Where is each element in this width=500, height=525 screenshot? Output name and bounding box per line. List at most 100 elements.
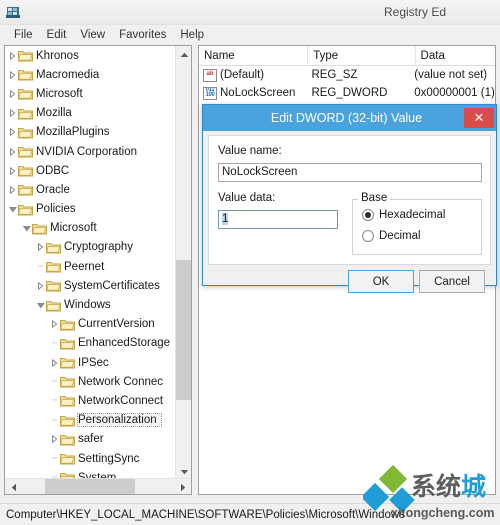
tree-item-label: CurrentVersion [78,318,155,331]
registry-tree[interactable]: Khronos Macromedia Microsoft Mozilla Mozilla… [5,46,175,480]
tree-item-mozilla[interactable]: Mozilla [5,104,175,123]
expand-arrow-icon[interactable] [7,65,18,84]
radio-decimal[interactable]: Decimal [362,230,421,242]
tree-item-microsoft[interactable]: Microsoft [5,219,175,238]
window-titlebar: Registry Ed [0,0,500,25]
menu-favorites[interactable]: Favorites [112,28,173,42]
cancel-button[interactable]: Cancel [419,270,485,293]
tree-vertical-scrollbar[interactable] [175,46,191,480]
column-header-type[interactable]: Type [308,46,416,66]
expand-arrow-icon[interactable] [35,276,46,295]
expand-arrow-icon[interactable] [49,315,60,334]
ok-button[interactable]: OK [348,270,414,293]
tree-item-label: Policies [36,203,76,216]
tree-item-nvidia-corporation[interactable]: NVIDIA Corporation [5,142,175,161]
collapse-arrow-icon[interactable] [21,219,32,238]
scroll-left-icon[interactable] [5,479,22,494]
value-name-input[interactable]: NoLockScreen [218,163,482,182]
value-name-cell: NoLockScreen [220,87,296,99]
value-row[interactable]: ab (Default) REG_SZ (value not set) [199,66,495,84]
value-name-label: Value name: [218,145,282,157]
scroll-up-icon[interactable] [176,46,191,63]
tree-item-odbc[interactable]: ODBC [5,161,175,180]
column-header-name[interactable]: Name [199,46,309,66]
menu-view[interactable]: View [73,28,112,42]
tree-item-macromedia[interactable]: Macromedia [5,65,175,84]
registry-path: Computer\HKEY_LOCAL_MACHINE\SOFTWARE\Pol… [6,508,405,521]
tree-item-label: ODBC [36,164,70,177]
tree-item-safer[interactable]: safer [5,430,175,449]
expand-arrow-icon[interactable] [49,353,60,372]
expand-arrow-icon[interactable] [7,123,18,142]
radio-decimal-label: Decimal [379,230,421,242]
tree-item-label: Microsoft [36,87,83,100]
tree-horizontal-scrollbar[interactable] [5,478,191,494]
values-header-row: Name Type Data [199,46,495,66]
tree-item-ipsec[interactable]: IPSec [5,353,175,372]
tree-item-personalization[interactable]: ┄ Personalization [5,411,175,430]
tree-scroll-thumb[interactable] [176,260,191,400]
tree-connector: ┄ [51,453,58,464]
close-icon[interactable]: ✕ [464,108,494,128]
tree-item-mozillaplugins[interactable]: MozillaPlugins [5,123,175,142]
collapse-arrow-icon[interactable] [7,200,18,219]
statusbar: Computer\HKEY_LOCAL_MACHINE\SOFTWARE\Pol… [0,503,500,525]
value-data-input[interactable]: 1 [218,210,338,229]
tree-item-label: Cryptography [64,241,134,254]
tree-hscroll-thumb[interactable] [45,479,135,494]
tree-item-cryptography[interactable]: Cryptography [5,238,175,257]
folder-icon [18,164,33,177]
tree-item-khronos[interactable]: Khronos [5,46,175,65]
registry-tree-pane: Khronos Macromedia Microsoft Mozilla Mozilla… [4,45,192,495]
window-title: Registry Ed [383,5,447,19]
menu-edit[interactable]: Edit [40,28,74,42]
values-list: ab (Default) REG_SZ (value not set) 011 100 No… [199,66,495,102]
tree-item-systemcertificates[interactable]: SystemCertificates [5,276,175,295]
tree-connector: ┄ [37,261,44,272]
tree-item-network-connec[interactable]: ┄ Network Connec [5,372,175,391]
tree-connector: ┄ [51,376,58,387]
tree-item-peernet[interactable]: ┄ Peernet [5,257,175,276]
value-data-label: Value data: [218,192,276,204]
expand-arrow-icon[interactable] [7,161,18,180]
tree-item-label: Mozilla [36,107,72,120]
tree-item-oracle[interactable]: Oracle [5,180,175,199]
expand-arrow-icon[interactable] [7,180,18,199]
value-name-text: NoLockScreen [222,166,298,178]
dword-value-icon: 011 100 [203,86,217,100]
folder-icon [46,299,61,312]
expand-arrow-icon[interactable] [35,238,46,257]
menu-help[interactable]: Help [173,28,211,42]
column-header-data[interactable]: Data [416,46,495,66]
tree-item-label: Macromedia [36,68,100,81]
expand-arrow-icon[interactable] [7,84,18,103]
tree-item-currentversion[interactable]: CurrentVersion [5,315,175,334]
tree-item-microsoft[interactable]: Microsoft [5,84,175,103]
folder-icon [60,356,75,369]
tree-item-settingsync[interactable]: ┄ SettingSync [5,449,175,468]
tree-item-label: NVIDIA Corporation [36,145,137,158]
collapse-arrow-icon[interactable] [35,296,46,315]
tree-item-windows[interactable]: Windows [5,295,175,314]
tree-connector: ┄ [51,414,58,425]
folder-icon [60,375,75,388]
tree-item-networkconnect[interactable]: ┄ NetworkConnect [5,391,175,410]
expand-arrow-icon[interactable] [7,104,18,123]
folder-icon [60,337,75,350]
tree-item-policies[interactable]: Policies [5,200,175,219]
expand-arrow-icon[interactable] [49,430,60,449]
value-row[interactable]: 011 100 NoLockScreen REG_DWORD 0x00000001 (1… [199,84,495,102]
expand-arrow-icon[interactable] [7,46,18,65]
radio-hexadecimal[interactable]: Hexadecimal [362,209,445,221]
folder-icon [18,107,33,120]
folder-icon [18,49,33,62]
scroll-right-icon[interactable] [174,479,191,494]
dialog-titlebar: Edit DWORD (32-bit) Value ✕ [203,105,496,131]
menu-file[interactable]: File [7,28,40,42]
folder-icon [18,203,33,216]
tree-item-enhancedstorage[interactable]: ┄ EnhancedStorage [5,334,175,353]
folder-icon [60,414,75,427]
folder-icon [46,260,61,273]
folder-icon [60,433,75,446]
expand-arrow-icon[interactable] [7,142,18,161]
